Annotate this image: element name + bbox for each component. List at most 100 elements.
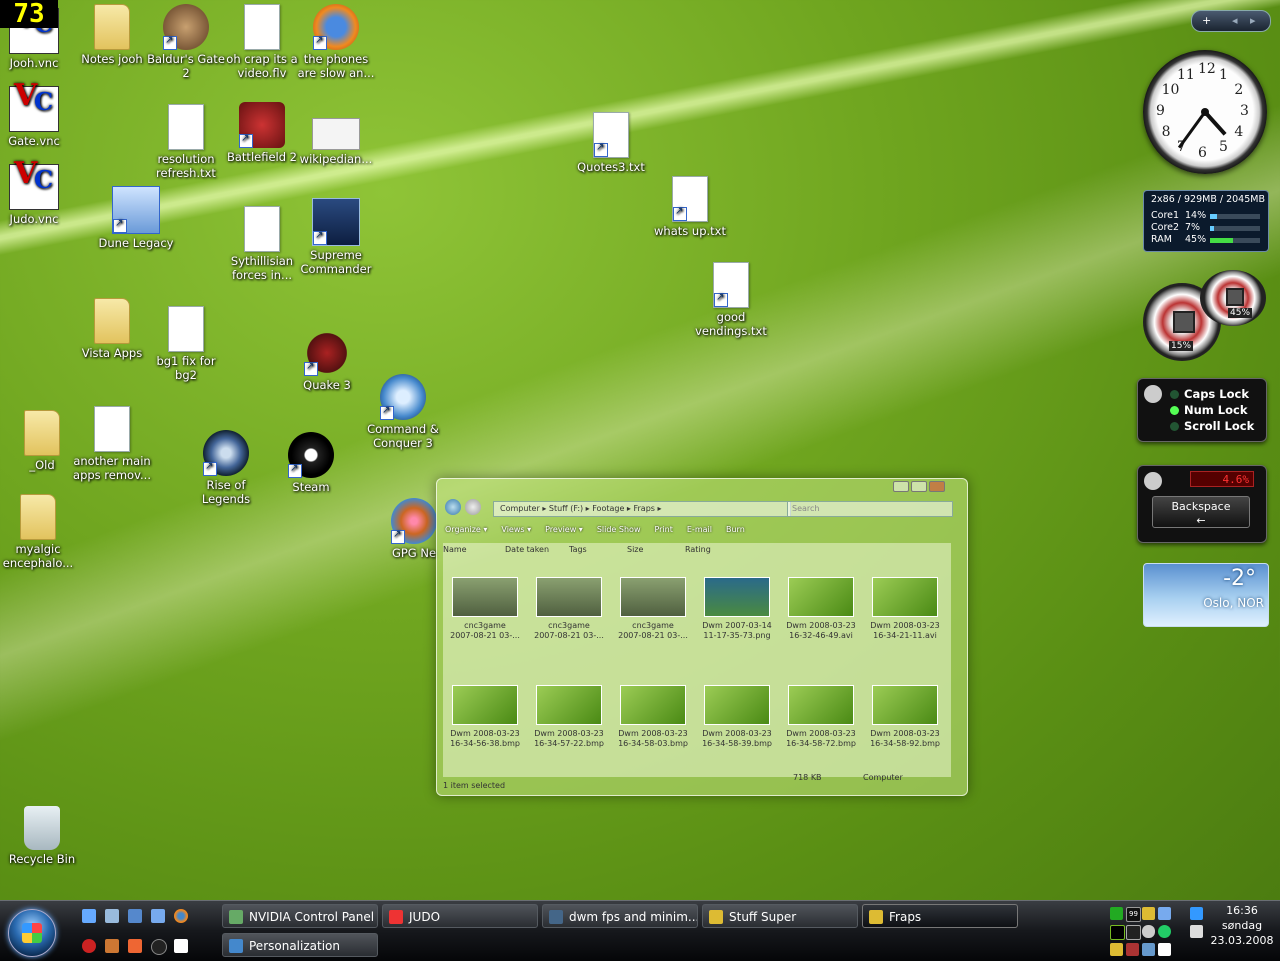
file-thumbnail[interactable]: Dwm 2008-03-23 16-34-57-22.bmp [529,685,609,749]
quick-launch-game-icon[interactable] [82,939,96,953]
tray-nvidia-icon[interactable] [1110,925,1125,940]
file-thumbnail[interactable]: Dwm 2008-03-23 16-32-46-49.avi [781,577,861,641]
taskbar-button[interactable]: Personalization [222,933,378,957]
column-header[interactable]: Size [627,545,643,554]
desktop-icon-whats-up[interactable]: whats up.txt [650,176,730,238]
desktop-icon-sythillisian[interactable]: Sythillisian forces in... [222,206,302,282]
weather-gadget[interactable]: -2° Oslo, NOR [1143,563,1269,627]
file-thumbnail[interactable]: Dwm 2007-03-14 11-17-35-73.png [697,577,777,641]
maximize-button[interactable] [911,481,927,492]
desktop-icon-vista-apps[interactable]: Vista Apps [72,298,152,360]
tray-folder-icon[interactable] [1142,907,1155,920]
desktop-icon-command-conquer-3[interactable]: Command & Conquer 3 [363,374,443,450]
ram-meter-gadget[interactable]: 45% [1200,270,1266,326]
taskbar-button[interactable]: Stuff Super [702,904,858,928]
desktop-icon-the-phones[interactable]: the phones are slow an... [296,4,376,80]
desktop-icon-wikipedian[interactable]: wikipedian... [296,104,376,166]
explorer-window-fraps[interactable]: Computer ▸ Stuff (F:) ▸ Footage ▸ Fraps … [436,478,968,796]
desktop-icon-good-vendings[interactable]: good vendings.txt [691,262,771,338]
start-button[interactable] [8,909,56,957]
taskbar-button[interactable]: Fraps [862,904,1018,928]
taskbar-button[interactable]: JUDO [382,904,538,928]
desktop-icon-quotes3[interactable]: Quotes3.txt [571,112,651,174]
quick-launch-firefox-icon[interactable] [174,909,188,923]
sidebar-prev-button[interactable]: ◂ [1232,11,1238,31]
column-header[interactable]: Rating [685,545,711,554]
quick-launch-window-icon[interactable] [105,909,119,923]
desktop-icon-dune-legacy[interactable]: Dune Legacy [96,186,176,250]
tray-shield-icon[interactable] [1110,943,1123,956]
file-thumbnail[interactable]: Dwm 2008-03-23 16-34-21-11.avi [865,577,945,641]
tray-vnc-icon[interactable] [1158,943,1171,956]
lock-keys-gadget[interactable]: Caps Lock Num Lock Scroll Lock [1137,378,1267,442]
desktop-icon-battlefield-2[interactable]: Battlefield 2 [222,102,302,164]
file-thumbnail[interactable]: cnc3game 2007-08-21 03-... [445,577,525,641]
close-button[interactable] [929,481,945,492]
file-thumbnail[interactable]: cnc3game 2007-08-21 03-... [529,577,609,641]
tray-green-icon[interactable] [1110,907,1123,920]
tray-sync-icon[interactable] [1158,925,1171,938]
desktop-icon-bg1-fix[interactable]: bg1 fix for bg2 [146,306,226,382]
taskbar-button[interactable]: dwm fps and minim... [542,904,698,928]
desktop-icon-gpg-net[interactable]: GPG Ne [384,498,444,560]
desktop-icon-gate-vnc[interactable]: VC Gate.vnc [0,81,74,149]
tray-display-icon[interactable] [1190,907,1203,920]
minimize-button[interactable] [893,481,909,492]
toolbar-button[interactable]: Print [654,525,672,534]
desktop-icon-oh-crap-video[interactable]: oh crap its a video.flv [222,4,302,80]
desktop-icon-another-main-apps[interactable]: another main apps remov... [72,406,152,482]
system-monitor-gadget[interactable]: 2x86 / 929MB / 2045MB Core1 14% Core2 7% RAM… [1143,190,1269,252]
tray-monitor-icon[interactable] [1126,925,1141,940]
taskbar-clock[interactable]: 16:36 søndag 23.03.2008 [1204,903,1280,948]
file-thumbnail[interactable]: Dwm 2008-03-23 16-34-56-38.bmp [445,685,525,749]
quick-launch-media-icon[interactable] [105,939,119,953]
column-header[interactable]: Date taken [505,545,549,554]
tray-network-activity-icon[interactable] [1142,943,1155,956]
quick-launch-steam-icon[interactable] [151,939,167,955]
tray-network-icon[interactable] [1158,907,1171,920]
quick-launch-network-icon[interactable] [82,909,96,923]
toolbar-button[interactable]: Organize ▾ [445,525,487,534]
sidebar-add-button[interactable]: + [1202,11,1211,31]
volume-muted-icon[interactable] [1190,925,1203,938]
tray-arrows-icon[interactable] [1126,943,1139,956]
file-thumbnail[interactable]: Dwm 2008-03-23 16-34-58-72.bmp [781,685,861,749]
file-thumbnail[interactable]: Dwm 2008-03-23 16-34-58-03.bmp [613,685,693,749]
tray-counter-icon[interactable]: 99 [1126,907,1141,922]
desktop-icon-judo-vnc[interactable]: VC Judo.vnc [0,159,74,226]
file-thumbnail[interactable]: Dwm 2008-03-23 16-34-58-39.bmp [697,685,777,749]
quick-launch-desktop-icon[interactable] [128,909,142,923]
address-bar[interactable]: Computer ▸ Stuff (F:) ▸ Footage ▸ Fraps … [493,501,791,517]
desktop-icon-myalgic[interactable]: myalgic encephalo... [0,494,78,570]
toolbar-button[interactable]: Burn [726,525,745,534]
quick-launch-document-icon[interactable] [174,939,188,953]
quick-launch-switch-icon[interactable] [151,909,165,923]
toolbar-button[interactable]: Preview ▾ [545,525,583,534]
tray-mouse-icon[interactable] [1142,925,1155,938]
file-thumbnail[interactable]: Dwm 2008-03-23 16-34-58-92.bmp [865,685,945,749]
desktop-icon-steam[interactable]: Steam [271,432,351,494]
back-button[interactable] [445,499,461,515]
column-header[interactable]: Tags [569,545,587,554]
forward-button[interactable] [465,499,481,515]
desktop-icon-recycle-bin[interactable]: Recycle Bin [2,806,82,866]
clock-gadget[interactable]: 12 1 2 3 4 5 6 7 8 9 10 11 [1143,50,1267,174]
key-press-gadget[interactable]: 4.6% Backspace ← [1137,465,1267,543]
desktop-icon-rise-of-legends[interactable]: Rise of Legends [186,430,266,506]
quick-launch-tool-icon[interactable] [128,939,142,953]
desktop-icon-supreme-commander[interactable]: Supreme Commander [296,198,376,276]
desktop-icon-resolution-refresh[interactable]: resolution refresh.txt [146,104,226,180]
sidebar-next-button[interactable]: ▸ [1250,11,1256,31]
toolbar-button[interactable]: E-mail [687,525,712,534]
column-header[interactable]: Name [443,545,467,554]
desktop-icon-baldurs-gate-2[interactable]: Baldur's Gate 2 [146,4,226,80]
file-list-pane[interactable]: Name Date taken Tags Size Rating cnc3game 200… [443,543,951,777]
desktop-icon-quake-3[interactable]: Quake 3 [287,330,367,392]
toolbar-button[interactable]: Views ▾ [501,525,531,534]
desktop-icon-old[interactable]: _Old [2,410,82,472]
file-thumbnail[interactable]: cnc3game 2007-08-21 03-... [613,577,693,641]
taskbar-button[interactable]: NVIDIA Control Panel [222,904,378,928]
search-input[interactable]: Search [787,501,953,517]
desktop-icon-notes-jooh[interactable]: Notes jooh [72,4,152,66]
toolbar-button[interactable]: Slide Show [597,525,641,534]
